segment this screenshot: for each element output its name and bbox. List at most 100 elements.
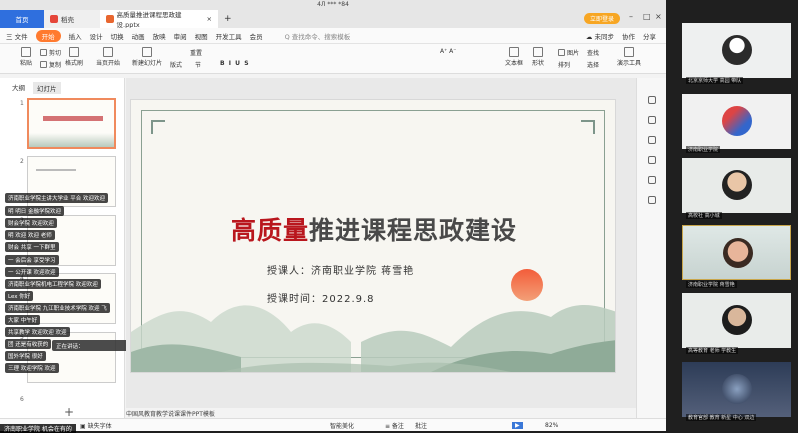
slide-number: 2 <box>20 158 24 165</box>
lecturer-line[interactable]: 授课人：济南职业学院 蒋雪艳 <box>267 262 414 277</box>
smart-beautify-button[interactable]: 智能美化 <box>330 421 354 430</box>
missing-font-indicator[interactable]: ▣ 缺失字体 <box>80 421 112 430</box>
demo-tools-button[interactable]: 演示工具 <box>617 47 641 67</box>
participant-video[interactable] <box>682 94 791 149</box>
arrange-button[interactable]: 排列 <box>558 60 570 69</box>
participant-video[interactable] <box>682 362 791 417</box>
red-sun <box>511 269 543 301</box>
chat-overlay: 共享教学 欢迎欢迎 欢迎 <box>5 327 70 337</box>
help-icon[interactable] <box>648 196 656 204</box>
layout-button[interactable]: 版式 <box>170 60 182 69</box>
daoke-icon <box>50 15 58 23</box>
current-slide[interactable]: 高质量推进课程思政建设 授课人：济南职业学院 蒋雪艳 授课时间：2022.9.8 <box>130 99 616 373</box>
share-button[interactable]: 分享 <box>643 31 656 41</box>
participant-name: 济南职业学院 <box>686 146 721 153</box>
image-icon <box>558 49 565 56</box>
menu-design[interactable]: 设计 <box>90 31 103 41</box>
menu-transition[interactable]: 切换 <box>111 31 124 41</box>
copy-button[interactable]: 复制 <box>40 60 61 69</box>
ribbon-toolbar: 粘贴 剪切 复制 格式刷 当页开始 新建幻灯片 版式 节 重置 B I U S … <box>0 44 666 74</box>
textbox-button[interactable]: 文本框 <box>505 47 523 67</box>
format-painter-button[interactable]: 格式刷 <box>65 47 83 67</box>
menu-animation[interactable]: 动画 <box>132 31 145 41</box>
demo-tools-icon <box>624 47 634 57</box>
chat-overlay: 国外学院 很好 <box>5 351 46 361</box>
tab-daoke-label: 稻壳 <box>61 16 74 24</box>
minimize-icon[interactable]: – <box>629 12 633 21</box>
menu-developer[interactable]: 开发工具 <box>216 31 242 41</box>
transition-icon[interactable] <box>648 156 656 164</box>
comment-icon[interactable] <box>648 176 656 184</box>
tab-slides[interactable]: 幻灯片 <box>33 82 61 94</box>
tab-home[interactable]: 首页 <box>0 10 44 28</box>
menu-start[interactable]: 开始 <box>35 29 61 42</box>
shape-button[interactable]: 形状 <box>532 47 544 67</box>
property-icon[interactable] <box>648 96 656 104</box>
font-size-controls[interactable]: A⁺ A⁻ <box>440 48 456 55</box>
menu-member[interactable]: 会员 <box>250 31 263 41</box>
close-window-icon[interactable]: × <box>655 12 662 21</box>
play-current-button[interactable]: 当页开始 <box>96 47 120 67</box>
menu-view[interactable]: 视图 <box>195 31 208 41</box>
new-tab-icon[interactable]: + <box>224 14 232 24</box>
menu-file[interactable]: 三 文件 <box>6 31 28 41</box>
active-speaker-video[interactable] <box>682 225 791 280</box>
design-icon[interactable] <box>648 116 656 124</box>
menu-bar: 三 文件 开始 插入 设计 切换 动画 放映 审阅 视图 开发工具 会员 Q 查… <box>0 28 666 44</box>
sync-status[interactable]: ☁ 未同步 <box>586 31 614 41</box>
chat-overlay: 团 还是有收获的 <box>5 339 52 349</box>
find-button[interactable]: 查找 <box>587 48 599 57</box>
corner-ornament <box>151 120 165 134</box>
add-slide-button[interactable]: + <box>64 405 74 419</box>
slide-number: 1 <box>20 100 24 107</box>
textbox-icon <box>509 47 519 57</box>
play-slideshow-icon[interactable]: ▶ <box>512 421 523 429</box>
user-avatar <box>722 374 752 404</box>
login-button[interactable]: 立即登录 <box>583 13 620 24</box>
chat-overlay: 济南职业学院机电工程学院 欢迎欢迎 <box>5 279 101 289</box>
select-button[interactable]: 选择 <box>587 60 599 69</box>
participant-video[interactable] <box>682 158 791 213</box>
new-slide-button[interactable]: 新建幻灯片 <box>132 47 162 67</box>
participant-video[interactable] <box>682 23 791 78</box>
window-caption: 4Л *** *84 <box>0 0 666 10</box>
image-button[interactable]: 图片 <box>558 48 579 57</box>
participant-name: 教育官部 教育 新星 中心 双边 <box>686 414 757 421</box>
menu-insert[interactable]: 插入 <box>69 31 82 41</box>
menu-review[interactable]: 审阅 <box>174 31 187 41</box>
section-button[interactable]: 节 <box>195 60 201 69</box>
close-tab-icon[interactable]: × <box>207 15 212 23</box>
chat-overlay: 三理 欢迎学院 欢迎 <box>5 363 59 373</box>
tab-document[interactable]: 高质量推进课程思政建设.pptx × <box>100 10 218 29</box>
title-main: 推进课程思政建设 <box>309 216 518 245</box>
pptx-icon <box>106 15 114 23</box>
chat-overlay: Lex 你好 <box>5 291 34 301</box>
tab-outline[interactable]: 大纲 <box>12 82 25 94</box>
user-avatar <box>722 170 752 200</box>
bold-italic-controls[interactable]: B I U S <box>220 60 249 67</box>
cut-button[interactable]: 剪切 <box>40 48 61 57</box>
tab-daoke[interactable]: 稻壳 <box>44 10 100 28</box>
participant-video[interactable] <box>682 293 791 348</box>
chat-overlay-bottom: 济南职业学院 机会在有的 <box>0 424 76 433</box>
collaborate-button[interactable]: 协作 <box>622 31 635 41</box>
zoom-level[interactable]: 82% <box>545 422 558 429</box>
slide-thumbnail-1[interactable] <box>27 98 116 149</box>
right-tool-strip <box>636 78 666 418</box>
menu-slideshow[interactable]: 放映 <box>153 31 166 41</box>
chat-overlay: 一 公开课 欢迎欢迎 <box>5 267 59 277</box>
tab-bar: 首页 稻壳 高质量推进课程思政建设.pptx × + <box>0 10 666 29</box>
animation-icon[interactable] <box>648 136 656 144</box>
speaker-notes[interactable]: 中国风教育教学说课课件PPT模板 <box>126 409 215 418</box>
notes-toggle[interactable]: ≡ 备注 <box>385 421 404 430</box>
reset-button[interactable]: 重置 <box>190 48 202 57</box>
command-search[interactable]: Q 查找命令、搜索模板 <box>285 31 351 41</box>
paste-button[interactable]: 粘贴 <box>20 47 32 67</box>
new-slide-icon <box>142 47 152 57</box>
time-line[interactable]: 授课时间：2022.9.8 <box>267 290 375 305</box>
brush-icon <box>69 47 79 57</box>
maximize-icon[interactable]: □ <box>643 12 651 21</box>
comment-toggle[interactable]: 批注 <box>415 421 427 430</box>
tab-document-label: 高质量推进课程思政建设.pptx <box>116 11 182 29</box>
slide-title[interactable]: 高质量推进课程思政建设 <box>131 211 615 247</box>
